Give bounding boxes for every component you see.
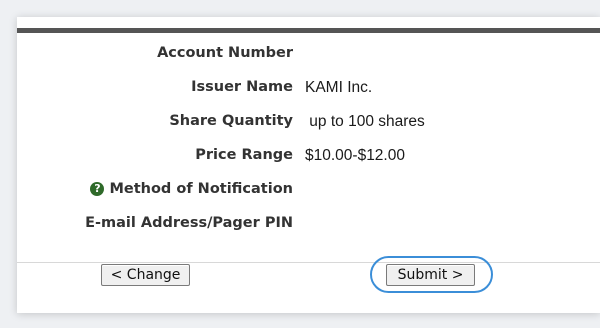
top-divider <box>17 28 600 33</box>
method-of-notification-label: Method of Notification <box>109 181 293 197</box>
price-range-value: $10.00-$12.00 <box>305 147 405 164</box>
submit-button[interactable]: Submit > <box>386 264 475 286</box>
share-quantity-value: up to 100 shares <box>305 113 425 130</box>
issuer-name-value: KAMI Inc. <box>305 79 373 96</box>
change-button[interactable]: < Change <box>101 264 190 286</box>
help-icon[interactable]: ? <box>90 182 105 196</box>
field-row-issuer-name: Issuer Name KAMI Inc. <box>17 75 600 105</box>
method-of-notification-label-wrap: ? Method of Notification <box>90 181 293 197</box>
field-row-account-number: Account Number <box>17 41 600 71</box>
field-row-share-quantity: Share Quantity up to 100 shares <box>17 109 600 139</box>
email-pager-label: E-mail Address/Pager PIN <box>85 215 293 231</box>
field-row-email-pager: E-mail Address/Pager PIN <box>17 211 600 241</box>
price-range-label: Price Range <box>195 147 293 163</box>
field-row-method-of-notification: ? Method of Notification <box>17 177 600 207</box>
bottom-divider <box>17 262 600 263</box>
share-quantity-label: Share Quantity <box>169 113 293 129</box>
field-row-price-range: Price Range $10.00-$12.00 <box>17 143 600 173</box>
account-number-label: Account Number <box>157 45 293 61</box>
issuer-name-label: Issuer Name <box>191 79 293 95</box>
